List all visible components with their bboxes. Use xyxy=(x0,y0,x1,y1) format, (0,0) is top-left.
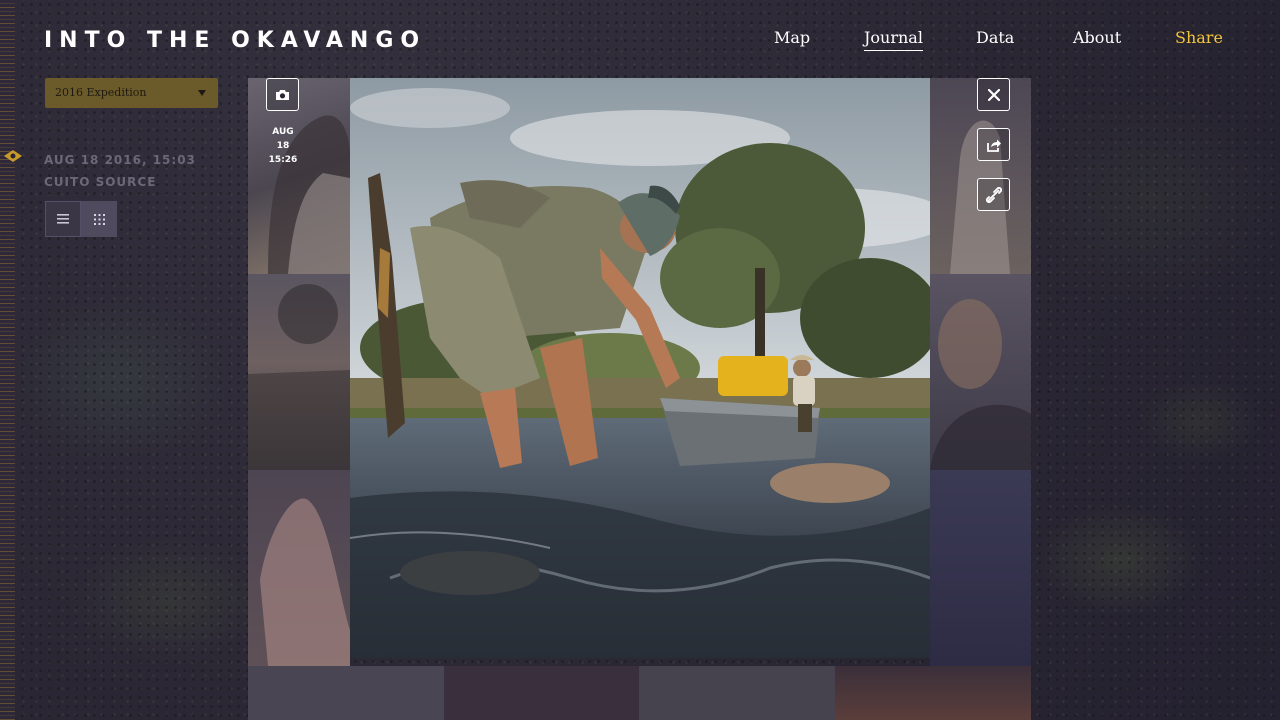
post-location: CUITO SOURCE xyxy=(44,175,157,189)
share-button[interactable] xyxy=(977,128,1010,161)
journal-tile[interactable] xyxy=(444,666,639,720)
photo-date: AUG 18 15:26 xyxy=(266,125,300,167)
journal-tile[interactable] xyxy=(248,78,350,274)
permalink-button[interactable] xyxy=(977,178,1010,211)
journal-tile[interactable] xyxy=(248,470,350,666)
grid-view-button[interactable] xyxy=(81,201,117,237)
journal-tile[interactable] xyxy=(248,666,444,720)
photo-date-day: AUG 18 xyxy=(272,127,294,151)
post-date: AUG 18 2016, 15:03 xyxy=(44,153,196,167)
journal-tile[interactable] xyxy=(835,666,1031,720)
link-icon xyxy=(985,186,1002,203)
grid-icon xyxy=(93,213,105,225)
main-nav: Map Journal Data About Share xyxy=(0,28,1280,58)
timeline-marker-icon[interactable] xyxy=(3,148,23,164)
caret-down-icon xyxy=(198,90,206,96)
journal-tile[interactable] xyxy=(930,470,1031,666)
expedition-select[interactable]: 2016 Expedition xyxy=(45,78,218,108)
nav-map[interactable]: Map xyxy=(774,28,810,47)
photo-type-button[interactable] xyxy=(266,78,299,111)
list-view-button[interactable] xyxy=(45,201,81,237)
timeline-strip[interactable] xyxy=(0,0,15,720)
camera-icon xyxy=(276,89,289,100)
journal-tile[interactable] xyxy=(639,666,835,720)
expedition-select-label: 2016 Expedition xyxy=(55,86,147,99)
list-icon xyxy=(57,214,69,224)
close-icon xyxy=(987,88,1000,101)
journal-tile[interactable] xyxy=(930,274,1031,470)
nav-share[interactable]: Share xyxy=(1175,28,1223,47)
close-button[interactable] xyxy=(977,78,1010,111)
nav-about[interactable]: About xyxy=(1073,28,1121,47)
journal-tile[interactable] xyxy=(248,274,350,470)
nav-journal[interactable]: Journal xyxy=(864,28,923,51)
journal-photo[interactable] xyxy=(350,78,930,658)
view-toggle xyxy=(45,201,117,237)
share-icon xyxy=(986,139,1001,152)
nav-data[interactable]: Data xyxy=(976,28,1014,47)
photo-date-time: 15:26 xyxy=(268,155,298,165)
